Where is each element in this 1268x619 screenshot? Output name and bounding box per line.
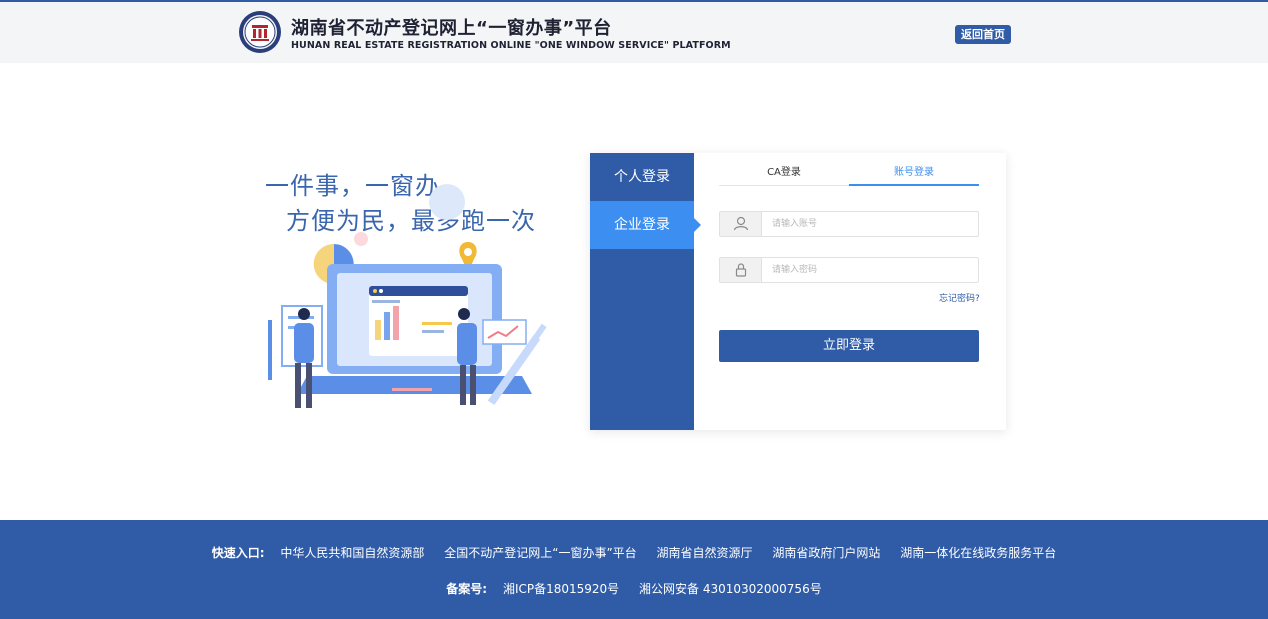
lock-icon bbox=[720, 258, 762, 282]
header: 湖南省不动产登记网上“一窗办事”平台 HUNAN REAL ESTATE REG… bbox=[0, 2, 1268, 63]
user-icon bbox=[720, 212, 762, 236]
footer-link-national-platform[interactable]: 全国不动产登记网上“一窗办事”平台 bbox=[444, 544, 636, 561]
record-row: 备案号: 湘ICP备18015920号 湘公网安备 43010302000756… bbox=[0, 580, 1268, 597]
tab-ca-login[interactable]: CA登录 bbox=[719, 163, 849, 186]
police-record-link[interactable]: 湘公网安备 43010302000756号 bbox=[639, 580, 822, 597]
footer-link-government-portal[interactable]: 湖南省政府门户网站 bbox=[772, 544, 880, 561]
account-field bbox=[719, 211, 979, 237]
back-home-button[interactable]: 返回首页 bbox=[955, 25, 1011, 44]
login-panel: 个人登录 企业登录 CA登录 账号登录 忘记密码? 立即登录 bbox=[590, 153, 1006, 430]
quick-links-label: 快速入口: bbox=[211, 546, 265, 560]
password-field bbox=[719, 257, 979, 283]
quick-links-row: 快速入口: 中华人民共和国自然资源部 全国不动产登记网上“一窗办事”平台 湖南省… bbox=[0, 544, 1268, 561]
login-submit-button[interactable]: 立即登录 bbox=[719, 330, 979, 362]
login-type-sidebar: 个人登录 企业登录 bbox=[590, 153, 701, 430]
page-title: 湖南省不动产登记网上“一窗办事”平台 bbox=[291, 18, 612, 39]
login-method-tabs: CA登录 账号登录 bbox=[719, 163, 979, 186]
footer-link-provincial-department[interactable]: 湖南省自然资源厅 bbox=[657, 544, 753, 561]
page-subtitle: HUNAN REAL ESTATE REGISTRATION ONLINE "O… bbox=[291, 40, 731, 51]
tab-account-login[interactable]: 账号登录 bbox=[849, 163, 979, 186]
tab-enterprise-login-label: 企业登录 bbox=[614, 217, 670, 233]
footer-link-ministry[interactable]: 中华人民共和国自然资源部 bbox=[280, 544, 424, 561]
footer-link-service-platform[interactable]: 湖南一体化在线政务服务平台 bbox=[900, 544, 1056, 561]
tab-enterprise-login[interactable]: 企业登录 bbox=[590, 201, 701, 249]
password-input[interactable] bbox=[763, 258, 977, 282]
footer: 快速入口: 中华人民共和国自然资源部 全国不动产登记网上“一窗办事”平台 湖南省… bbox=[0, 520, 1268, 619]
hero-illustration bbox=[262, 180, 552, 425]
record-label: 备案号: bbox=[446, 582, 488, 596]
forgot-password-link[interactable]: 忘记密码? bbox=[939, 291, 980, 304]
icp-record-link[interactable]: 湘ICP备18015920号 bbox=[503, 580, 619, 597]
active-arrow-icon bbox=[694, 218, 701, 232]
account-input[interactable] bbox=[763, 212, 977, 236]
emblem-icon bbox=[238, 10, 282, 54]
tab-personal-login[interactable]: 个人登录 bbox=[590, 153, 694, 201]
